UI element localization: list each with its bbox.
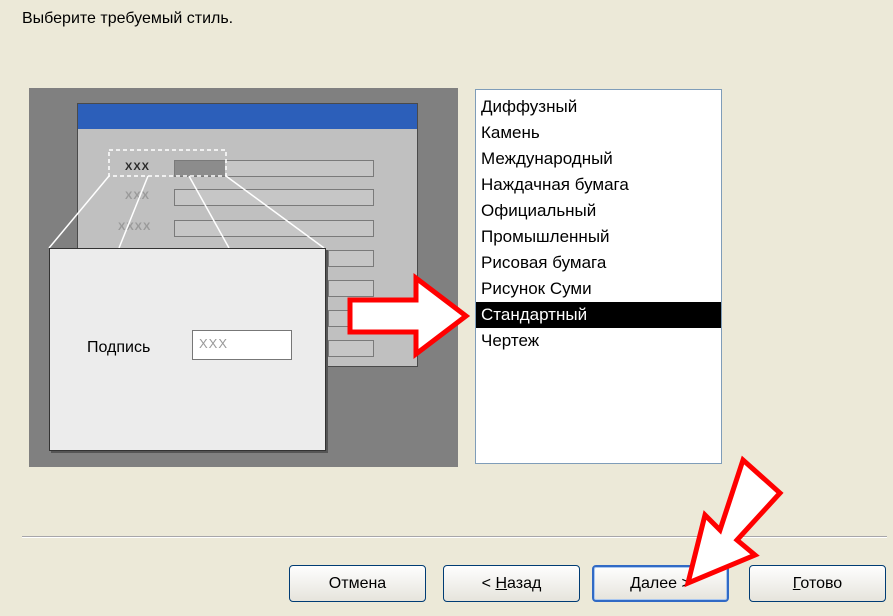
next-button[interactable]: Далее > xyxy=(592,565,729,602)
back-button-accesskey: Н xyxy=(495,574,508,592)
finish-button[interactable]: Готово xyxy=(749,565,886,602)
finish-button-label: отово xyxy=(800,574,843,592)
style-list[interactable]: Диффузный Камень Международный Наждачная… xyxy=(475,89,722,464)
next-button-label: алее > xyxy=(641,574,691,592)
style-item-official[interactable]: Официальный xyxy=(476,198,721,224)
style-prompt: Выберите требуемый стиль. xyxy=(22,10,234,27)
preview-callout: Подпись XXX xyxy=(49,248,326,451)
style-preview: XXX XXX XXXX Подпись XXX xyxy=(29,88,458,467)
style-item-rice-paper[interactable]: Рисовая бумага xyxy=(476,250,721,276)
style-item-international[interactable]: Международный xyxy=(476,146,721,172)
callout-field: XXX xyxy=(192,330,292,360)
callout-label: Подпись xyxy=(87,339,151,356)
style-item-standard[interactable]: Стандартный xyxy=(476,302,721,328)
style-item-diffuse[interactable]: Диффузный xyxy=(476,94,721,120)
cancel-button-label: Отмена xyxy=(328,574,387,592)
button-separator xyxy=(22,536,887,538)
style-item-stone[interactable]: Камень xyxy=(476,120,721,146)
back-button-prefix: < xyxy=(481,574,496,592)
style-item-blueprint[interactable]: Чертеж xyxy=(476,328,721,354)
next-button-accesskey: Д xyxy=(630,574,641,592)
style-item-sumi-painting[interactable]: Рисунок Суми xyxy=(476,276,721,302)
cancel-button[interactable]: Отмена xyxy=(289,565,426,602)
style-item-industrial[interactable]: Промышленный xyxy=(476,224,721,250)
back-button[interactable]: < Назад xyxy=(443,565,580,602)
back-button-label: азад xyxy=(507,574,542,592)
style-item-sandpaper[interactable]: Наждачная бумага xyxy=(476,172,721,198)
